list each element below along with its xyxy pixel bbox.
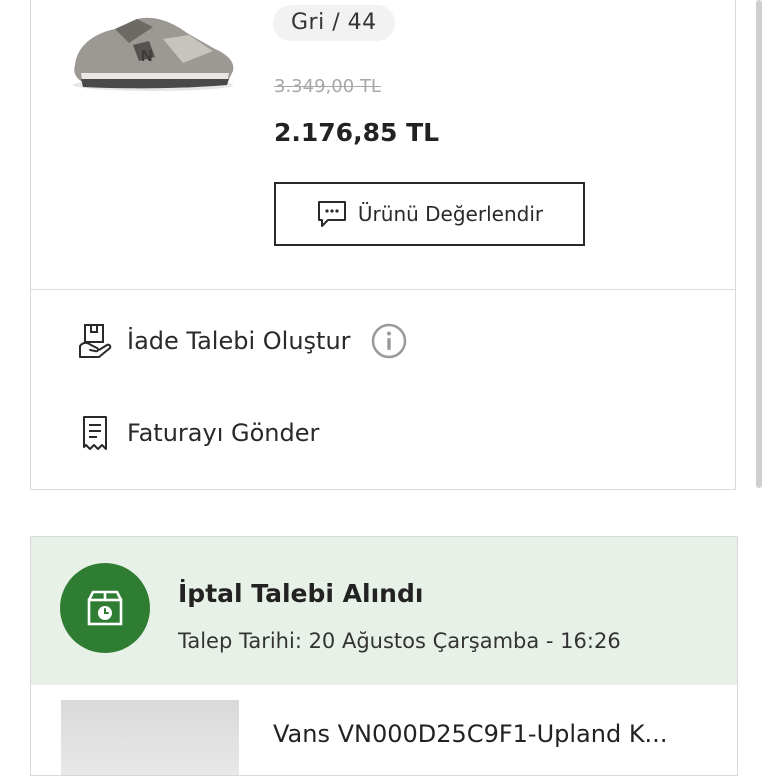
return-request-action[interactable]: İade Talebi Oluştur bbox=[77, 322, 407, 360]
cancel-request-card: İptal Talebi Alındı Talep Tarihi: 20 Ağu… bbox=[30, 536, 738, 776]
return-box-icon bbox=[79, 324, 112, 358]
info-icon[interactable] bbox=[371, 323, 407, 359]
divider bbox=[31, 289, 735, 290]
scrollbar[interactable] bbox=[756, 0, 762, 488]
request-date: Talep Tarihi: 20 Ağustos Çarşamba - 16:2… bbox=[178, 629, 621, 653]
review-product-button[interactable]: Ürünü Değerlendir bbox=[274, 182, 585, 246]
old-price: 3.349,00 TL bbox=[274, 76, 381, 97]
box-clock-icon bbox=[87, 590, 123, 626]
current-price: 2.176,85 TL bbox=[274, 118, 440, 147]
product-image[interactable]: N bbox=[67, 5, 237, 97]
variant-badge: Gri / 44 bbox=[273, 5, 395, 41]
order-item-card: N Gri / 44 3.349,00 TL 2.176,85 TL Ürünü… bbox=[30, 0, 736, 490]
product-name[interactable]: Vans VN000D25C9F1-Upland K... bbox=[273, 720, 713, 748]
svg-text:N: N bbox=[141, 48, 153, 65]
receipt-icon bbox=[83, 416, 107, 450]
send-invoice-action[interactable]: Faturayı Gönder bbox=[77, 414, 319, 452]
status-title: İptal Talebi Alındı bbox=[178, 579, 424, 608]
chat-bubble-icon bbox=[317, 201, 346, 227]
send-invoice-label: Faturayı Gönder bbox=[127, 419, 320, 447]
review-button-label: Ürünü Değerlendir bbox=[357, 202, 544, 226]
return-request-label: İade Talebi Oluştur bbox=[127, 327, 351, 355]
status-icon-circle bbox=[60, 563, 150, 653]
product-thumbnail[interactable] bbox=[61, 700, 239, 775]
